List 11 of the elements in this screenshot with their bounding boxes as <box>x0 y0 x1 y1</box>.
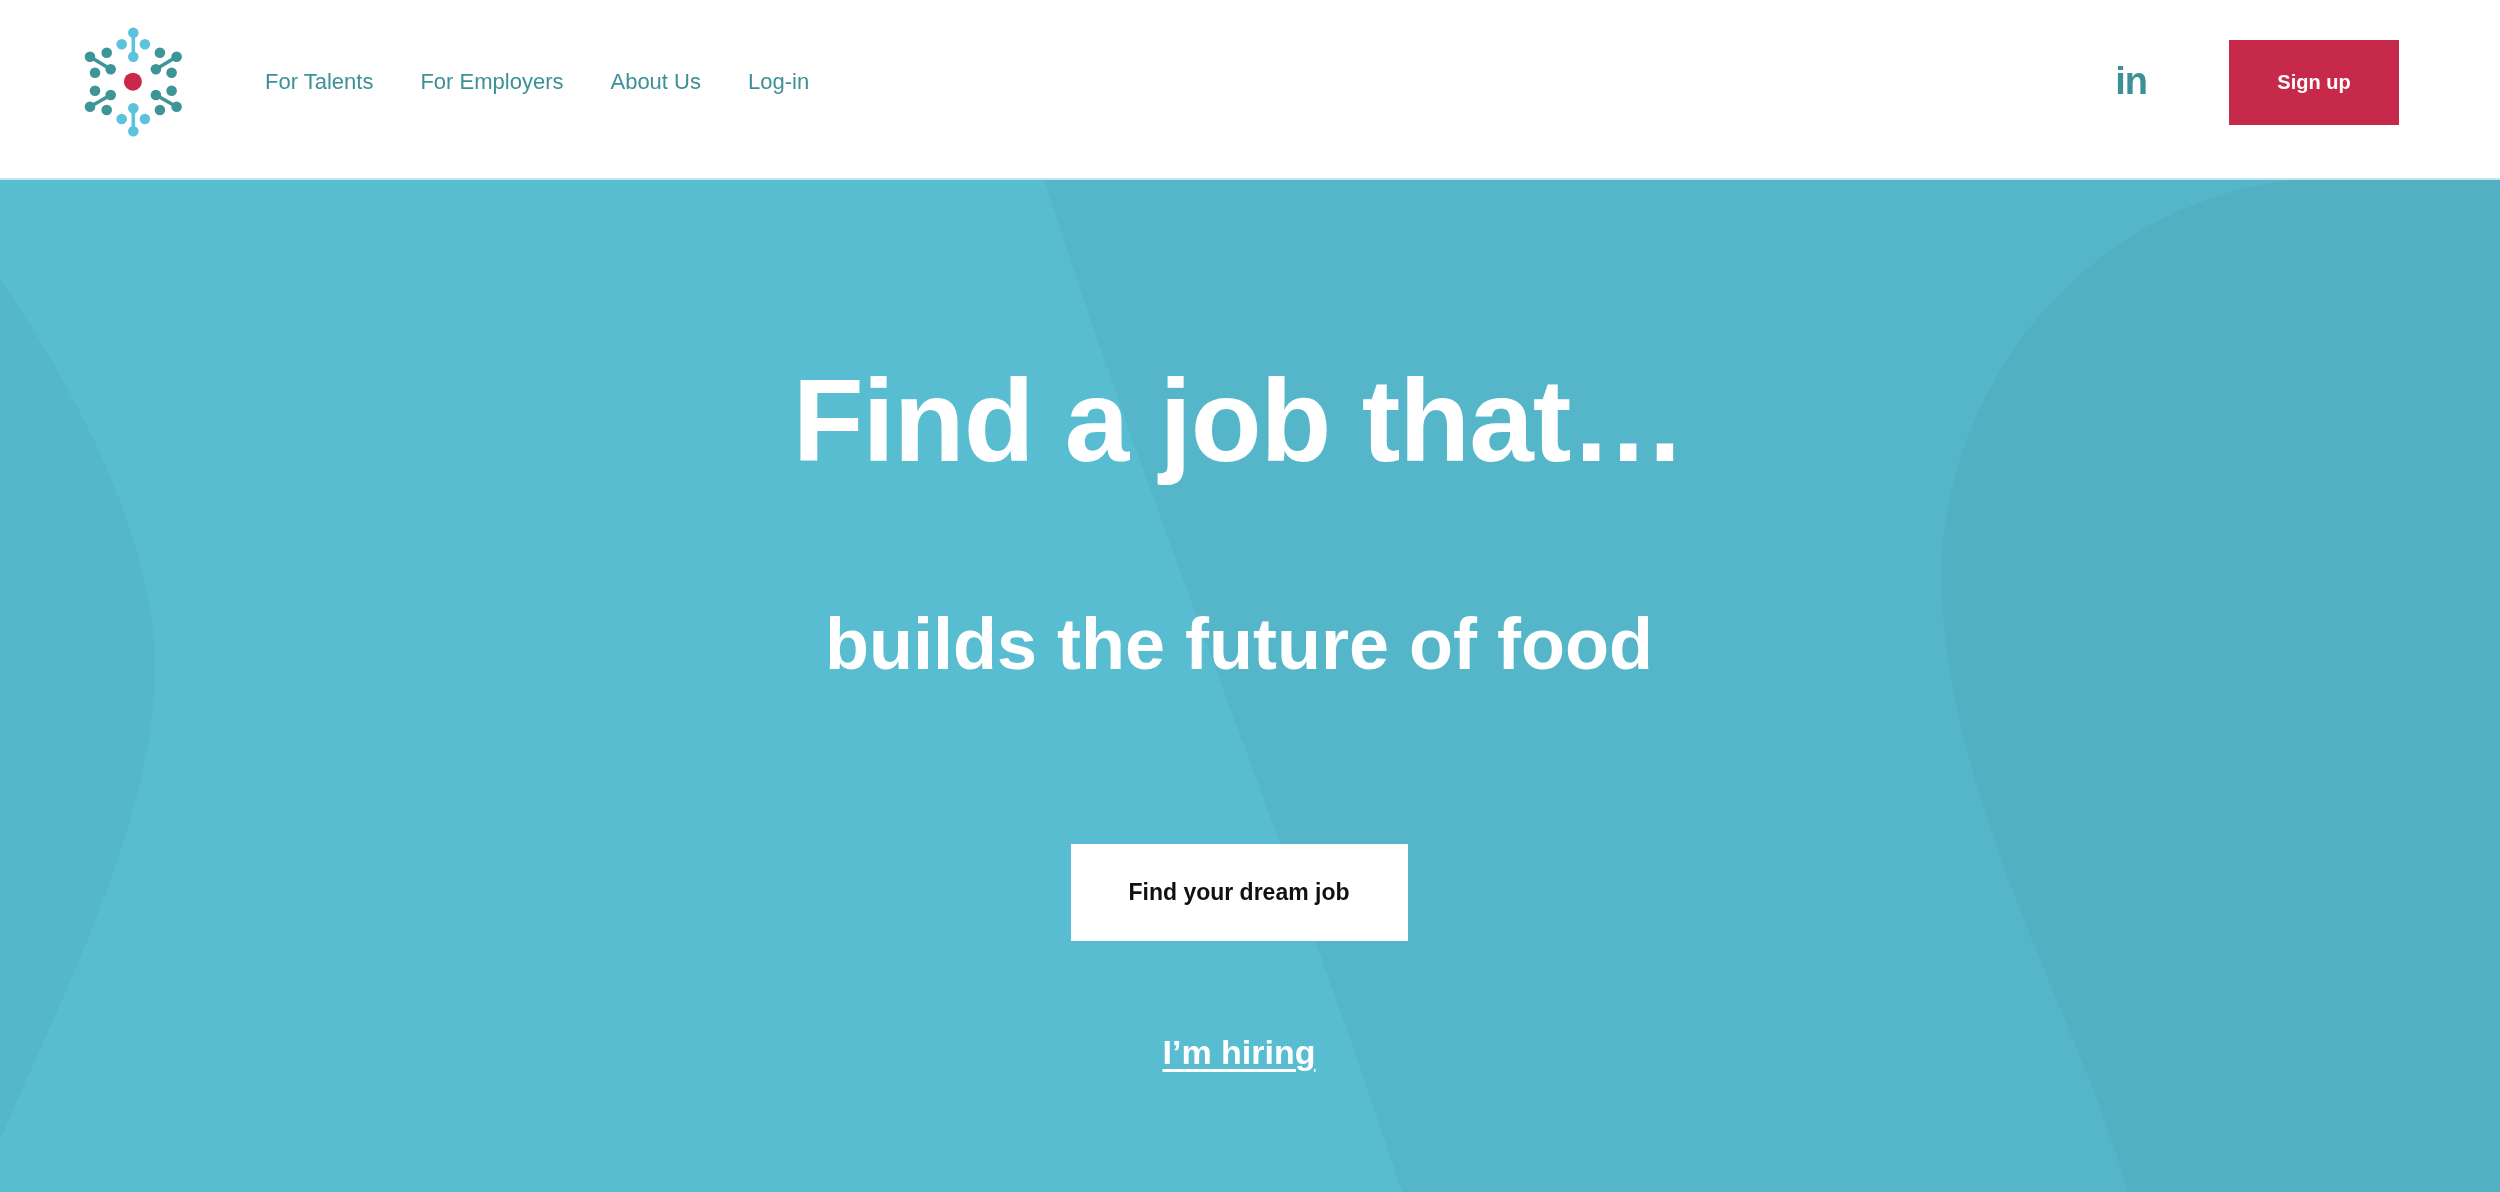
social-link[interactable]: in <box>2115 61 2148 103</box>
nav-link[interactable]: For Employers <box>420 68 564 96</box>
logo-icon[interactable] <box>84 27 183 137</box>
hiring-link[interactable]: I’m hiring <box>1162 1034 1316 1072</box>
hero-heading: Find a job that… <box>791 355 1687 488</box>
nav-link[interactable]: Log-in <box>747 68 810 96</box>
nav-link[interactable]: For Talents <box>265 68 374 96</box>
nav-link[interactable]: About Us <box>610 68 701 96</box>
find-job-button[interactable]: Find your dream job <box>1070 844 1408 942</box>
hero-subheading: builds the future of food <box>825 604 1653 685</box>
signup-button[interactable]: Sign up <box>2229 39 2399 125</box>
